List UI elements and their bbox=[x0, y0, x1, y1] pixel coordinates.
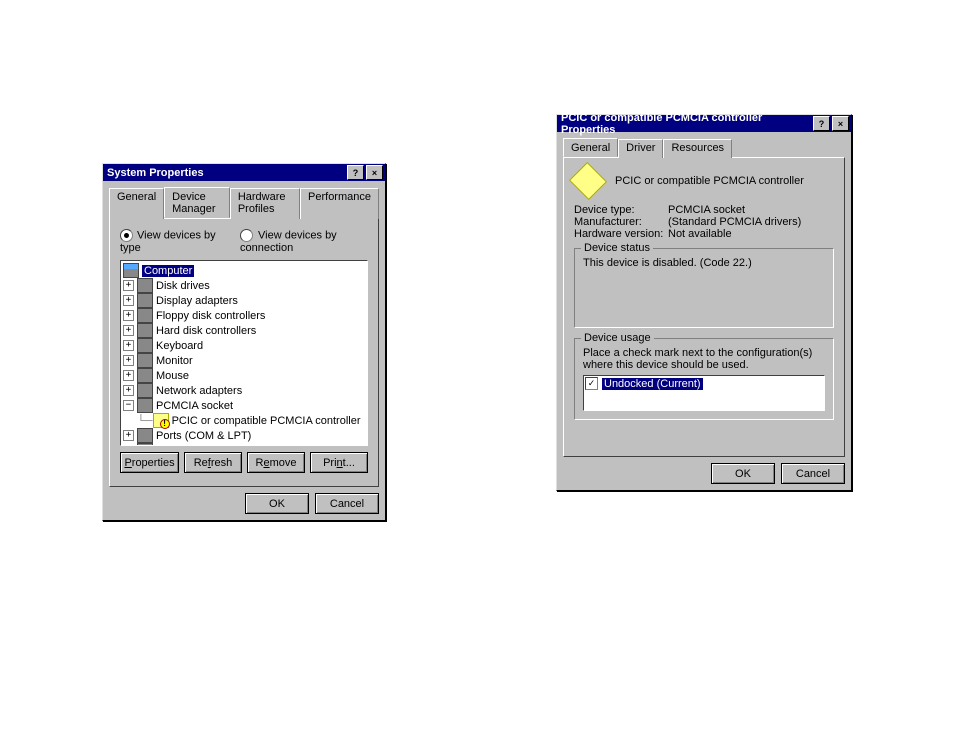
tree-node-keyboard[interactable]: +Keyboard bbox=[123, 338, 365, 353]
tree-node-monitor[interactable]: +Monitor bbox=[123, 353, 365, 368]
expand-icon[interactable]: + bbox=[123, 370, 134, 381]
cancel-button[interactable]: Cancel bbox=[315, 493, 379, 514]
collapse-icon[interactable]: − bbox=[123, 400, 134, 411]
tab-hardware-profiles[interactable]: Hardware Profiles bbox=[230, 188, 300, 219]
expand-icon[interactable]: + bbox=[123, 430, 134, 441]
device-type-label: Device type: bbox=[574, 204, 668, 216]
tree-node-disk[interactable]: +Disk drives bbox=[123, 278, 365, 293]
tab-driver[interactable]: Driver bbox=[618, 139, 663, 158]
remove-button[interactable]: Remove bbox=[247, 452, 305, 473]
tree-node-ports[interactable]: +Ports (COM & LPT) bbox=[123, 428, 365, 443]
tab-performance[interactable]: Performance bbox=[300, 188, 379, 219]
device-status-group: Device status This device is disabled. (… bbox=[574, 248, 834, 328]
device-type-value: PCMCIA socket bbox=[668, 204, 745, 216]
tree-node-floppy[interactable]: +Floppy disk controllers bbox=[123, 308, 365, 323]
close-button[interactable]: × bbox=[832, 116, 849, 131]
expand-icon[interactable]: + bbox=[123, 310, 134, 321]
tree-node-hdd[interactable]: +Hard disk controllers bbox=[123, 323, 365, 338]
tree-node-network[interactable]: +Network adapters bbox=[123, 383, 365, 398]
device-usage-group: Device usage Place a check mark next to … bbox=[574, 338, 834, 420]
checkbox-icon[interactable]: ✓ bbox=[585, 377, 598, 390]
expand-icon[interactable]: + bbox=[123, 325, 134, 336]
tree-node-pcic[interactable]: └─PCIC or compatible PCMCIA controller bbox=[123, 413, 365, 428]
expand-icon[interactable]: + bbox=[123, 295, 134, 306]
ok-button[interactable]: OK bbox=[711, 463, 775, 484]
hardware-version-label: Hardware version: bbox=[574, 228, 668, 240]
dialog-title: PCIC or compatible PCMCIA controller Pro… bbox=[559, 112, 811, 136]
ok-button[interactable]: OK bbox=[245, 493, 309, 514]
pcic-warn-icon bbox=[153, 413, 169, 428]
device-status-legend: Device status bbox=[581, 242, 653, 254]
floppy-icon bbox=[137, 308, 153, 323]
refresh-button[interactable]: Refresh bbox=[184, 452, 242, 473]
properties-button[interactable]: Properties bbox=[120, 452, 179, 473]
device-tree[interactable]: Computer +Disk drives +Display adapters … bbox=[120, 260, 368, 446]
titlebar[interactable]: PCIC or compatible PCMCIA controller Pro… bbox=[557, 115, 851, 132]
close-button[interactable]: × bbox=[366, 165, 383, 180]
disk-icon bbox=[137, 278, 153, 293]
tree-node-display[interactable]: +Display adapters bbox=[123, 293, 365, 308]
manufacturer-value: (Standard PCMCIA drivers) bbox=[668, 216, 801, 228]
usage-item[interactable]: ✓ Undocked (Current) bbox=[585, 377, 823, 390]
tab-device-manager[interactable]: Device Manager bbox=[164, 187, 230, 218]
expand-icon[interactable]: + bbox=[123, 385, 134, 396]
pcmcia-icon bbox=[137, 398, 153, 413]
system-properties-dialog: System Properties ? × General Device Man… bbox=[102, 163, 386, 521]
tab-general[interactable]: General bbox=[109, 188, 164, 219]
ports-icon bbox=[137, 428, 153, 443]
usage-list[interactable]: ✓ Undocked (Current) bbox=[583, 375, 825, 411]
expand-icon[interactable]: + bbox=[123, 340, 134, 351]
tab-row: General Driver Resources bbox=[563, 139, 845, 158]
tree-node-mouse[interactable]: +Mouse bbox=[123, 368, 365, 383]
manufacturer-label: Manufacturer: bbox=[574, 216, 668, 228]
radio-by-type[interactable]: View devices by type bbox=[120, 229, 220, 254]
device-icon bbox=[569, 162, 607, 200]
device-status-text: This device is disabled. (Code 22.) bbox=[583, 257, 825, 269]
radio-icon bbox=[240, 229, 253, 242]
tree-node-sound[interactable]: +Sound, video and game controllers bbox=[123, 443, 365, 446]
help-button[interactable]: ? bbox=[813, 116, 830, 131]
expand-icon[interactable]: + bbox=[123, 355, 134, 366]
cancel-button[interactable]: Cancel bbox=[781, 463, 845, 484]
keyboard-icon bbox=[137, 338, 153, 353]
tab-resources[interactable]: Resources bbox=[663, 139, 732, 158]
help-button[interactable]: ? bbox=[347, 165, 364, 180]
radio-by-connection[interactable]: View devices by connection bbox=[240, 229, 368, 254]
tree-node-pcmcia[interactable]: −PCMCIA socket bbox=[123, 398, 365, 413]
network-icon bbox=[137, 383, 153, 398]
radio-icon bbox=[120, 229, 133, 242]
tree-node-computer[interactable]: Computer bbox=[123, 263, 365, 278]
titlebar[interactable]: System Properties ? × bbox=[103, 164, 385, 181]
expand-icon[interactable]: + bbox=[123, 280, 134, 291]
computer-icon bbox=[123, 263, 139, 278]
mouse-icon bbox=[137, 368, 153, 383]
device-usage-legend: Device usage bbox=[581, 332, 654, 344]
expand-icon[interactable]: + bbox=[123, 445, 134, 446]
display-icon bbox=[137, 293, 153, 308]
print-button[interactable]: Print... bbox=[310, 452, 368, 473]
monitor-icon bbox=[137, 353, 153, 368]
dialog-title: System Properties bbox=[105, 167, 345, 179]
hdd-icon bbox=[137, 323, 153, 338]
device-name: PCIC or compatible PCMCIA controller bbox=[615, 175, 804, 187]
tab-general[interactable]: General bbox=[563, 138, 618, 157]
device-usage-text: Place a check mark next to the configura… bbox=[583, 347, 825, 371]
hardware-version-value: Not available bbox=[668, 228, 732, 240]
device-properties-dialog: PCIC or compatible PCMCIA controller Pro… bbox=[556, 114, 852, 491]
sound-icon bbox=[137, 443, 153, 446]
tab-row: General Device Manager Hardware Profiles… bbox=[109, 188, 379, 219]
